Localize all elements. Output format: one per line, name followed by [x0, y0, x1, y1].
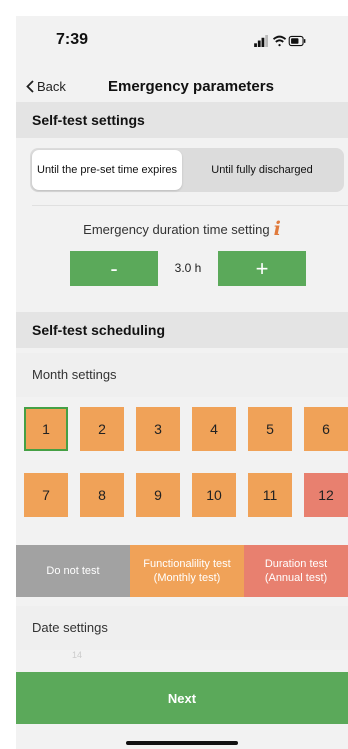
- divider: [32, 205, 348, 206]
- date-settings-label: Date settings: [16, 606, 348, 650]
- status-bar: 7:39: [16, 16, 348, 60]
- month-10[interactable]: 10: [192, 473, 236, 517]
- month-9[interactable]: 9: [136, 473, 180, 517]
- month-7[interactable]: 7: [24, 473, 68, 517]
- date-picker-partial: 14: [16, 650, 348, 672]
- duration-value: 3.0 h: [174, 261, 202, 275]
- status-icons: [254, 35, 306, 47]
- month-settings-label: Month settings: [16, 353, 348, 397]
- month-2[interactable]: 2: [80, 407, 124, 451]
- home-indicator[interactable]: [126, 741, 238, 745]
- segment-until-preset-time[interactable]: Until the pre-set time expires: [32, 150, 182, 190]
- self-test-settings-header: Self-test settings: [16, 102, 348, 138]
- legend-duration-title: Duration test: [264, 558, 328, 570]
- month-11[interactable]: 11: [248, 473, 292, 517]
- decrement-button[interactable]: -: [70, 251, 158, 286]
- wifi-icon: [272, 35, 287, 47]
- test-type-legend: Do not test Functionalility test (Monthl…: [16, 545, 348, 597]
- home-bar: [16, 724, 348, 749]
- self-test-mode-segmented-control: Until the pre-set time expires Until ful…: [30, 148, 344, 192]
- self-test-scheduling-header: Self-test scheduling: [16, 312, 348, 348]
- info-icon[interactable]: i: [274, 220, 281, 239]
- duration-setting-row: Emergency duration time setting i: [16, 220, 348, 239]
- month-4[interactable]: 4: [192, 407, 236, 451]
- signal-icon: [254, 35, 268, 47]
- duration-setting-label: Emergency duration time setting: [83, 221, 270, 237]
- legend-duration-subtitle: (Annual test): [264, 572, 328, 584]
- month-8[interactable]: 8: [80, 473, 124, 517]
- month-3[interactable]: 3: [136, 407, 180, 451]
- app-screen: 7:39 Back Emergency parameters Self-test…: [16, 16, 348, 749]
- back-button[interactable]: Back: [26, 79, 66, 94]
- legend-functionality-subtitle: (Monthly test): [153, 572, 221, 584]
- legend-functionality-title: Functionalility test: [143, 558, 231, 570]
- month-grid: 1 2 3 4 5 6 7 8 9 10 11 12: [16, 397, 348, 545]
- chevron-left-icon: [26, 80, 34, 93]
- legend-do-not-test[interactable]: Do not test: [16, 545, 130, 597]
- page-title: Emergency parameters: [108, 78, 274, 95]
- date-value-partial: 14: [72, 650, 83, 660]
- month-12[interactable]: 12: [304, 473, 348, 517]
- month-6[interactable]: 6: [304, 407, 348, 451]
- back-label: Back: [37, 79, 66, 94]
- battery-icon: [288, 35, 306, 47]
- month-1[interactable]: 1: [24, 407, 68, 451]
- status-time: 7:39: [56, 31, 89, 48]
- legend-functionality-test[interactable]: Functionalility test (Monthly test): [130, 545, 244, 597]
- segment-until-fully-discharged[interactable]: Until fully discharged: [182, 150, 342, 190]
- month-5[interactable]: 5: [248, 407, 292, 451]
- legend-do-not-test-label: Do not test: [46, 565, 100, 577]
- increment-button[interactable]: +: [218, 251, 306, 286]
- next-button[interactable]: Next: [16, 672, 348, 724]
- legend-duration-test[interactable]: Duration test (Annual test): [244, 545, 348, 597]
